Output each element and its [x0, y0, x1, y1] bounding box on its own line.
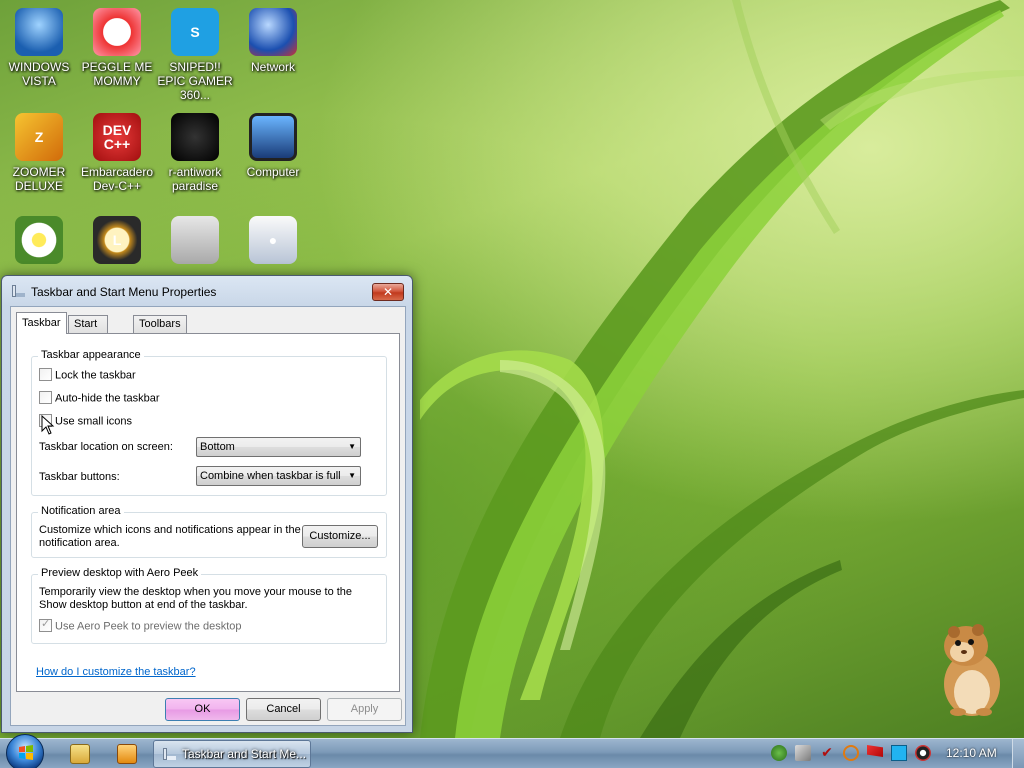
explorer-icon[interactable]: [70, 744, 90, 764]
taskbar-tab-page: Taskbar appearance Lock the taskbar Auto…: [16, 333, 400, 692]
close-button[interactable]: ✕: [372, 283, 404, 301]
desktop-icon-folder[interactable]: [157, 216, 233, 268]
tray-app-icon-2[interactable]: [795, 745, 811, 761]
task-label: Taskbar and Start Me...: [182, 747, 307, 761]
tray-app-icon-1[interactable]: [771, 745, 787, 761]
desktop-icon-flower[interactable]: [1, 216, 77, 268]
tray-volume-icon[interactable]: [915, 745, 931, 761]
tray-check-icon[interactable]: ✔: [819, 745, 835, 761]
windows-orb-icon[interactable]: [6, 734, 44, 768]
taskbar-button-taskbar-properties[interactable]: Taskbar and Start Me...: [153, 740, 311, 768]
desktop-icon-zoomer[interactable]: Z ZOOMER DELUXE: [1, 113, 77, 193]
help-link[interactable]: How do I customize the taskbar?: [36, 666, 196, 678]
location-select[interactable]: Bottom ▼: [196, 437, 361, 457]
show-desktop-button[interactable]: [1012, 739, 1024, 768]
hamster-pet-icon[interactable]: [936, 616, 1008, 720]
desktop-icon-label: r-antiwork paradise: [168, 165, 222, 193]
computer-icon: [249, 113, 297, 161]
installer-icon: ●: [249, 216, 297, 264]
group-title-aero-peek: Preview desktop with Aero Peek: [38, 567, 202, 579]
taskbar-appearance-group: Taskbar appearance Lock the taskbar Auto…: [31, 349, 387, 496]
group-title-appearance: Taskbar appearance: [38, 349, 144, 361]
desktop-icon-installer[interactable]: ●: [235, 216, 311, 268]
lock-taskbar-checkbox[interactable]: Lock the taskbar: [39, 368, 136, 382]
desktop-icon-label: Embarcadero Dev-C++: [80, 165, 154, 193]
taskbar-properties-icon: [163, 748, 176, 760]
desktop-icon-network[interactable]: Network: [235, 8, 311, 74]
network-icon: [249, 8, 297, 56]
desktop-icon-label: PEGGLE ME MOMMY: [81, 60, 153, 88]
taskbar-properties-icon: [12, 285, 25, 297]
desktop-icon-label: SNIPED!! EPIC GAMER 360...: [157, 60, 233, 102]
customize-button[interactable]: Customize...: [302, 525, 378, 548]
buttons-value: Combine when taskbar is full: [200, 470, 341, 482]
ok-button[interactable]: OK: [165, 698, 240, 721]
location-value: Bottom: [200, 441, 235, 453]
location-label: Taskbar location on screen:: [39, 441, 173, 453]
tray-flag-icon[interactable]: [867, 745, 883, 757]
folder-icon: [171, 216, 219, 264]
clock[interactable]: 12:10 AM: [946, 746, 997, 760]
dialog-client: Taskbar Start Menu Toolbars Taskbar appe…: [10, 306, 406, 726]
taskbar: Taskbar and Start Me... ✔ 12:10 AM: [0, 734, 1024, 768]
desktop-icon-label: Computer: [246, 165, 300, 179]
auto-hide-label: Auto-hide the taskbar: [55, 392, 160, 405]
devcpp-icon: DEV C++: [93, 113, 141, 161]
aero-peek-group: Preview desktop with Aero Peek Temporari…: [31, 567, 387, 644]
checkbox-box[interactable]: [39, 391, 52, 404]
small-icons-label: Use small icons: [55, 415, 133, 428]
group-title-notification: Notification area: [38, 505, 124, 517]
tray-search-icon[interactable]: [843, 745, 859, 761]
flower-icon: [15, 216, 63, 264]
peggle-icon: P: [93, 8, 141, 56]
auto-hide-checkbox[interactable]: Auto-hide the taskbar: [39, 391, 160, 405]
antiwork-icon: [171, 113, 219, 161]
taskbar-properties-dialog: Taskbar and Start Menu Properties ✕ Task…: [1, 275, 413, 733]
cancel-button[interactable]: Cancel: [246, 698, 321, 721]
notification-description: Customize which icons and notifications …: [39, 524, 301, 549]
desktop-icon-antiwork[interactable]: r-antiwork paradise: [157, 113, 233, 193]
buttons-label: Taskbar buttons:: [39, 471, 120, 483]
chevron-down-icon: ▼: [348, 442, 356, 451]
apply-button[interactable]: Apply: [327, 698, 402, 721]
dialog-titlebar[interactable]: Taskbar and Start Menu Properties ✕: [2, 276, 412, 306]
checkbox-box[interactable]: [39, 368, 52, 381]
dialog-title: Taskbar and Start Menu Properties: [31, 285, 217, 299]
vista-icon: [15, 8, 63, 56]
chevron-down-icon: ▼: [348, 471, 356, 480]
aero-peek-checkbox[interactable]: Use Aero Peek to preview the desktop: [39, 617, 242, 633]
zoomer-icon: Z: [15, 113, 63, 161]
windows-flag-icon: [19, 745, 33, 760]
desktop-icon-label: Network: [250, 60, 295, 74]
checkbox-box[interactable]: [39, 617, 52, 632]
aero-peek-label: Use Aero Peek to preview the desktop: [55, 620, 242, 633]
taskbar-buttons-select[interactable]: Combine when taskbar is full ▼: [196, 466, 361, 486]
desktop-icon-windows-vista[interactable]: WINDOWS VISTA: [1, 8, 77, 88]
mouse-cursor-icon: [41, 415, 55, 435]
desktop-icon-sniped[interactable]: S SNIPED!! EPIC GAMER 360...: [157, 8, 233, 102]
desktop-icon-label: ZOOMER DELUXE: [12, 165, 66, 193]
tray-display-icon[interactable]: [891, 745, 907, 761]
tab-start-menu[interactable]: Start Menu: [68, 315, 108, 347]
skype-icon: S: [171, 8, 219, 56]
desktop-icon-label: WINDOWS VISTA: [8, 60, 70, 88]
tab-toolbars[interactable]: Toolbars: [133, 315, 187, 334]
lock-taskbar-label: Lock the taskbar: [55, 369, 136, 382]
aero-peek-description: Temporarily view the desktop when you mo…: [39, 586, 353, 611]
desktop-icon-devcpp[interactable]: DEV C++ Embarcadero Dev-C++: [79, 113, 155, 193]
clock-icon: L: [93, 216, 141, 264]
desktop-icon-computer[interactable]: Computer: [235, 113, 311, 179]
desktop-icon-clock[interactable]: L: [79, 216, 155, 268]
notification-area-group: Notification area Customize which icons …: [31, 505, 387, 558]
tab-taskbar[interactable]: Taskbar: [16, 312, 67, 334]
media-player-icon[interactable]: [117, 744, 137, 764]
desktop-icon-peggle[interactable]: P PEGGLE ME MOMMY: [79, 8, 155, 88]
